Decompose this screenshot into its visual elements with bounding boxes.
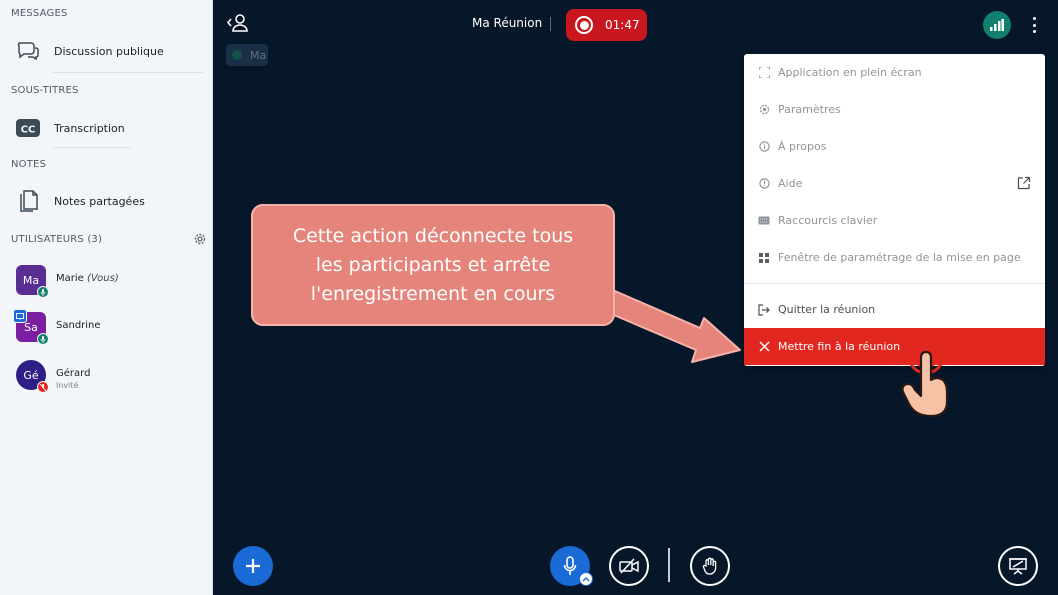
sidebar-item-label: Transcription [54, 121, 125, 135]
close-icon [758, 341, 770, 353]
presentation-button[interactable] [998, 546, 1038, 586]
actions-button[interactable] [233, 546, 273, 586]
sidebar-item-label: Discussion publique [54, 44, 164, 58]
menu-item-leave-meeting[interactable]: Quitter la réunion [744, 291, 1045, 328]
recording-time: 01:47 [605, 18, 640, 32]
raise-hand-button[interactable] [690, 546, 730, 586]
user-list-item[interactable]: Ma Marie (Vous) [16, 265, 206, 301]
microphone-icon [563, 556, 577, 575]
microphone-icon [37, 333, 49, 345]
keyboard-icon [758, 215, 770, 227]
leave-icon [758, 303, 770, 316]
menu-separator [744, 283, 1045, 284]
sidebar-item-public-chat[interactable]: Discussion publique [14, 36, 204, 66]
user-name: Gérard [56, 368, 91, 379]
meeting-title: Ma Réunion [472, 16, 543, 30]
menu-item-help[interactable]: Aide [744, 165, 1045, 202]
presentation-icon [1009, 558, 1027, 575]
record-icon [575, 16, 593, 34]
user-list-item[interactable]: Sa Sandrine [13, 309, 206, 348]
user-role: Invité [56, 381, 79, 390]
presenter-badge: Ma [226, 44, 268, 66]
options-dropdown: Application en plein écran Paramètres À … [744, 54, 1045, 366]
divider [52, 72, 204, 73]
callout-annotation: Cette action déconnecte tous les partici… [251, 204, 615, 326]
menu-item-keyboard-shortcuts[interactable]: Raccourcis clavier [744, 202, 1045, 239]
presenter-icon [13, 309, 27, 323]
captions-section-title: SOUS-TITRES [11, 85, 79, 96]
external-link-icon [1017, 175, 1031, 190]
user-list-item[interactable]: Gé Gérard Invité [16, 360, 206, 396]
users-toggle-icon[interactable] [225, 12, 249, 34]
gear-icon[interactable] [193, 231, 207, 245]
tap-hand-icon [901, 337, 949, 418]
divider [550, 17, 551, 31]
microphone-icon [37, 286, 49, 298]
toolbar-divider [668, 548, 670, 582]
divider [52, 147, 132, 148]
gear-icon [758, 104, 770, 116]
signal-icon [990, 19, 1004, 31]
options-menu-icon[interactable] [1027, 14, 1041, 36]
fullscreen-icon [758, 67, 770, 79]
menu-item-layout-settings[interactable]: Fenêtre de paramétrage de la mise en pag… [744, 239, 1045, 276]
camera-off-icon [619, 558, 639, 574]
messages-section-title: MESSAGES [11, 8, 68, 19]
sidebar: MESSAGES Discussion publique SOUS-TITRES… [0, 0, 213, 595]
hand-icon [702, 557, 717, 575]
connection-status-button[interactable] [983, 11, 1011, 39]
svg-text:CC: CC [21, 125, 36, 136]
sidebar-item-label: Notes partagées [54, 194, 145, 208]
sidebar-item-shared-notes[interactable]: Notes partagées [14, 186, 204, 216]
user-name: Sandrine [56, 320, 101, 331]
recording-button[interactable]: 01:47 [566, 9, 647, 41]
user-name: Marie (Vous) [56, 273, 119, 284]
sidebar-item-transcription[interactable]: CC Transcription [14, 113, 204, 143]
menu-item-fullscreen[interactable]: Application en plein écran [744, 54, 1045, 91]
menu-item-settings[interactable]: Paramètres [744, 91, 1045, 128]
callout-arrow [601, 287, 741, 363]
notes-section-title: NOTES [11, 159, 47, 170]
chat-icon [14, 37, 42, 65]
microphone-muted-icon [37, 381, 49, 393]
camera-button[interactable] [609, 546, 649, 586]
menu-item-about[interactable]: À propos [744, 128, 1045, 165]
plus-icon [246, 559, 260, 573]
help-icon [758, 178, 770, 190]
chevron-up-icon [582, 577, 590, 582]
users-section-title: UTILISATEURS (3) [11, 234, 103, 245]
notes-icon [14, 187, 42, 215]
layout-icon [758, 252, 770, 264]
info-icon [758, 141, 770, 153]
audio-options-button[interactable] [579, 572, 593, 586]
closed-captions-icon: CC [14, 114, 42, 142]
